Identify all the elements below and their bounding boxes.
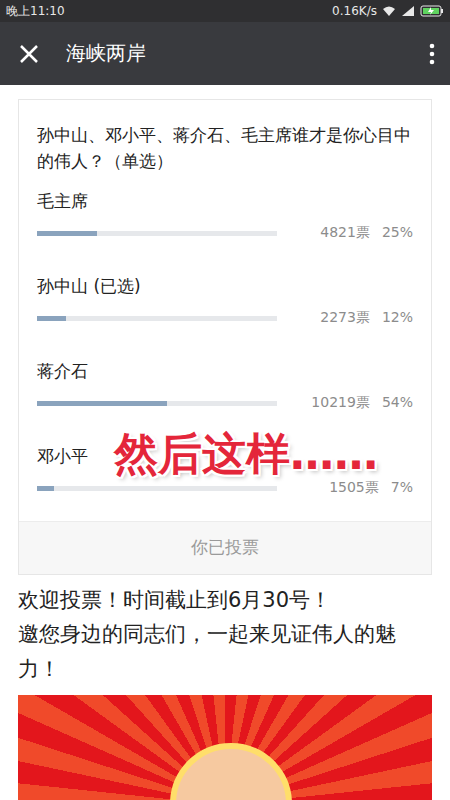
progress-track [37, 231, 277, 236]
vote-percent: 54% [382, 394, 413, 412]
progress-fill [37, 316, 66, 321]
portrait-shape [170, 743, 292, 800]
top-bar: 海峡两岸 [0, 22, 450, 85]
option-bar-row: 2273票 12% [37, 307, 413, 329]
option-bar-row: 1505票 7% [37, 477, 413, 499]
overlay-caption: 然后这样…… [114, 432, 378, 476]
vote-percent: 7% [391, 479, 413, 497]
page-title: 海峡两岸 [66, 40, 428, 67]
option-label: 毛主席 [37, 190, 413, 212]
option-stats: 4821票 25% [287, 224, 413, 242]
vote-count: 2273票 [320, 309, 370, 327]
vote-percent: 12% [382, 309, 413, 327]
progress-fill [37, 401, 167, 406]
poll-option[interactable]: 毛主席 4821票 25% [37, 175, 413, 260]
close-icon[interactable] [18, 43, 40, 65]
description-line: 欢迎投票！时间截止到6月30号！ [18, 583, 432, 618]
vote-count: 1505票 [329, 479, 379, 497]
option-label: 邓小平 [37, 445, 413, 467]
battery-icon [420, 5, 444, 17]
poll-question: 孙中山、邓小平、蒋介石、毛主席谁才是你心目中的伟人？（单选） [37, 122, 413, 175]
network-speed: 0.16K/s [332, 4, 377, 18]
status-right: 0.16K/s [332, 4, 444, 18]
progress-fill [37, 486, 54, 491]
option-bar-row: 10219票 54% [37, 392, 413, 414]
status-time: 晚上11:10 [6, 3, 65, 20]
voted-button[interactable]: 你已投票 [19, 521, 431, 574]
progress-track [37, 401, 277, 406]
poster-image [18, 695, 432, 800]
poll-option[interactable]: 邓小平 1505票 7% [37, 430, 413, 515]
progress-track [37, 486, 277, 491]
poll-card: 孙中山、邓小平、蒋介石、毛主席谁才是你心目中的伟人？（单选） 毛主席 4821票 25… [18, 99, 432, 575]
progress-track [37, 316, 277, 321]
option-bar-row: 4821票 25% [37, 222, 413, 244]
poll-option[interactable]: 蒋介石 10219票 54% [37, 345, 413, 430]
wifi-icon [382, 5, 396, 17]
signal-icon [401, 5, 415, 17]
poll-option[interactable]: 孙中山 (已选) 2273票 12% [37, 260, 413, 345]
vote-count: 4821票 [320, 224, 370, 242]
description-line: 邀您身边的同志们，一起来见证伟人的魅力！ [18, 617, 432, 686]
option-stats: 10219票 54% [287, 394, 413, 412]
progress-fill [37, 231, 97, 236]
option-stats: 2273票 12% [287, 309, 413, 327]
option-label: 蒋介石 [37, 360, 413, 382]
vote-percent: 25% [382, 224, 413, 242]
option-stats: 1505票 7% [287, 479, 413, 497]
status-bar: 晚上11:10 0.16K/s [0, 0, 450, 22]
description: 欢迎投票！时间截止到6月30号！邀您身边的同志们，一起来见证伟人的魅力！ [0, 575, 450, 687]
more-icon[interactable] [428, 42, 436, 66]
option-label: 孙中山 (已选) [37, 275, 413, 297]
vote-count: 10219票 [311, 394, 370, 412]
